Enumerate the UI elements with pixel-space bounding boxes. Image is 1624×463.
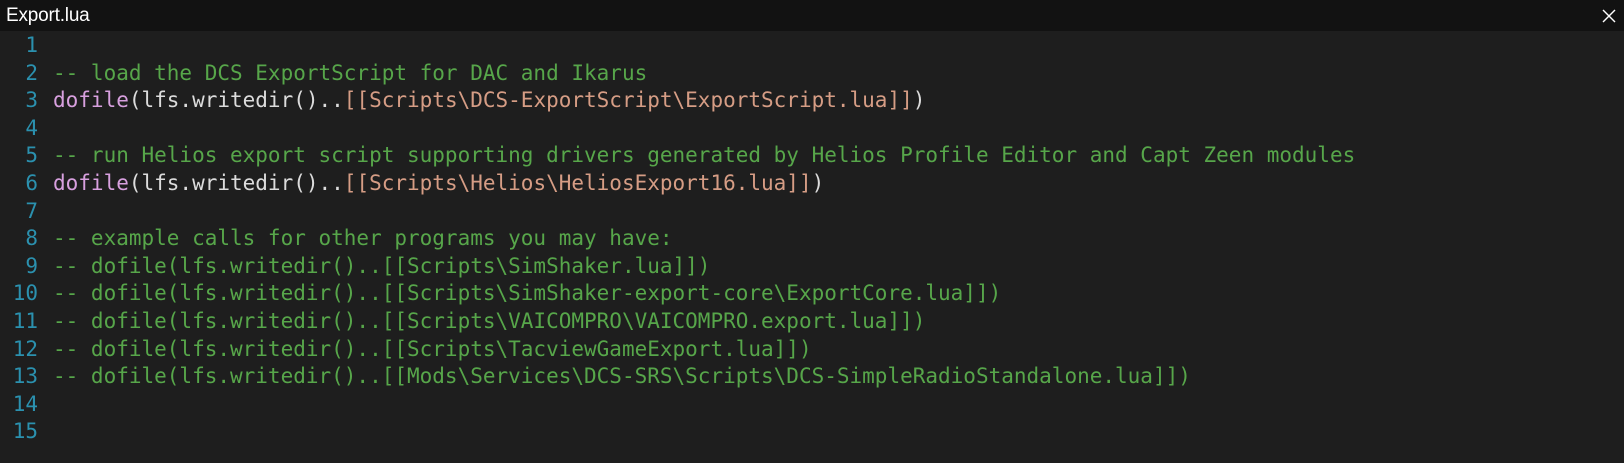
code-token-comment: -- run Helios export script supporting d…: [53, 143, 1356, 168]
line-number: 1: [25, 33, 38, 57]
line-code: -- example calls for other programs you …: [53, 224, 673, 252]
close-icon[interactable]: [1593, 0, 1624, 31]
code-line[interactable]: 7: [0, 197, 1624, 225]
line-number: 12: [12, 336, 38, 361]
line-number: 2: [25, 60, 38, 85]
line-code: dofile(lfs.writedir()..[[Scripts\Helios\…: [53, 169, 824, 197]
line-number: 9: [25, 253, 38, 278]
code-line[interactable]: 2 -- load the DCS ExportScript for DAC an…: [0, 59, 1624, 87]
code-line[interactable]: 3 dofile(lfs.writedir()..[[Scripts\DCS-Ex…: [0, 86, 1624, 114]
line-code: -- dofile(lfs.writedir()..[[Mods\Service…: [53, 362, 1191, 390]
window-title: Export.lua: [6, 4, 90, 26]
line-number: 3: [25, 88, 38, 113]
line-code: -- dofile(lfs.writedir()..[[Scripts\SimS…: [53, 252, 710, 280]
code-editor[interactable]: 1 2 -- load the DCS ExportScript for DAC a…: [0, 31, 1624, 463]
code-token-comment: -- dofile(lfs.writedir()..[[Scripts\SimS…: [53, 281, 1002, 306]
code-line[interactable]: 4: [0, 114, 1624, 142]
line-number: 7: [25, 198, 38, 223]
title-bar: Export.lua: [0, 0, 1624, 31]
line-number: 13: [12, 364, 38, 389]
code-line[interactable]: 9 -- dofile(lfs.writedir()..[[Scripts\Sim…: [0, 252, 1624, 280]
code-token-comment: -- dofile(lfs.writedir()..[[Scripts\VAIC…: [53, 309, 926, 333]
line-number: 4: [25, 115, 38, 140]
line-code: -- dofile(lfs.writedir()..[[Scripts\SimS…: [53, 279, 1001, 307]
code-token-comment: -- example calls for other programs you …: [53, 226, 673, 251]
line-number: 8: [25, 226, 38, 251]
code-line[interactable]: 12 -- dofile(lfs.writedir()..[[Scripts\Ta…: [0, 335, 1624, 363]
code-line[interactable]: 10 -- dofile(lfs.writedir()..[[Scripts\Si…: [0, 279, 1624, 307]
line-code: -- run Helios export script supporting d…: [53, 141, 1355, 169]
code-token-keyword: dofile: [53, 171, 129, 195]
code-line[interactable]: 6 dofile(lfs.writedir()..[[Scripts\Helios…: [0, 169, 1624, 197]
code-line[interactable]: 5 -- run Helios export script supporting …: [0, 141, 1624, 169]
line-code: dofile(lfs.writedir()..[[Scripts\DCS-Exp…: [53, 86, 925, 114]
code-token-comment: -- dofile(lfs.writedir()..[[Mods\Service…: [53, 364, 1191, 389]
line-code: -- dofile(lfs.writedir()..[[Scripts\Tacv…: [53, 335, 812, 363]
code-token-plain: (lfs.writedir()..: [128, 171, 344, 195]
code-line[interactable]: 8 -- example calls for other programs you…: [0, 224, 1624, 252]
code-token-plain: ): [912, 88, 926, 113]
line-code: -- dofile(lfs.writedir()..[[Scripts\VAIC…: [53, 307, 925, 335]
code-token-plain: ): [811, 171, 825, 195]
code-line[interactable]: 11 -- dofile(lfs.writedir()..[[Scripts\VA…: [0, 307, 1624, 335]
line-number: 14: [12, 391, 38, 416]
line-number: 5: [25, 143, 38, 168]
code-token-keyword: dofile: [53, 88, 129, 113]
code-token-comment: -- dofile(lfs.writedir()..[[Scripts\Tacv…: [53, 336, 812, 361]
editor-window: Export.lua 1 2 -- load the DCS ExportScrip…: [0, 0, 1624, 463]
line-number: 6: [25, 171, 38, 195]
code-token-plain: (lfs.writedir()..: [128, 88, 344, 113]
line-code: -- load the DCS ExportScript for DAC and…: [53, 59, 647, 87]
line-number: 11: [12, 309, 38, 333]
code-token-comment: -- load the DCS ExportScript for DAC and…: [53, 60, 648, 85]
code-line[interactable]: 1: [0, 31, 1624, 59]
code-token-string: [[Scripts\Helios\HeliosExport16.lua]]: [343, 171, 812, 195]
code-line[interactable]: 14: [0, 390, 1624, 418]
line-number: 15: [12, 419, 38, 444]
code-line[interactable]: 15: [0, 417, 1624, 445]
code-token-comment: -- dofile(lfs.writedir()..[[Scripts\SimS…: [53, 253, 711, 278]
close-icon-glyph: [1602, 9, 1615, 22]
code-token-string: [[Scripts\DCS-ExportScript\ExportScript.…: [343, 88, 913, 113]
code-line[interactable]: 13 -- dofile(lfs.writedir()..[[Mods\Servi…: [0, 362, 1624, 390]
line-number: 10: [12, 281, 38, 306]
